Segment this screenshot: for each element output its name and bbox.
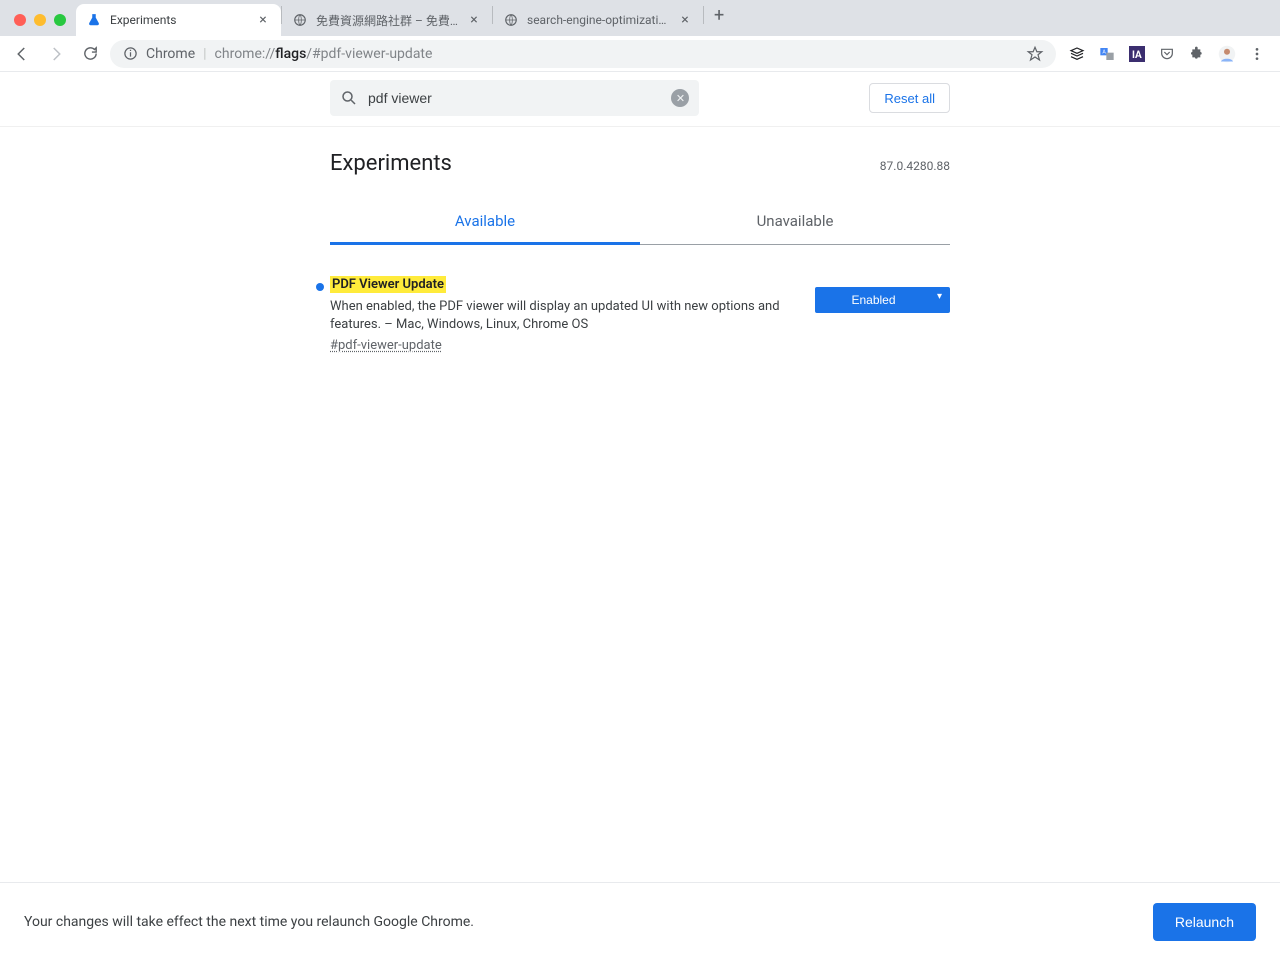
extensions-puzzle-icon[interactable]: [1188, 45, 1206, 63]
flag-description: When enabled, the PDF viewer will displa…: [330, 298, 795, 334]
ia-icon[interactable]: IA: [1128, 45, 1146, 63]
page-title: Experiments: [330, 151, 452, 176]
chrome-version: 87.0.4280.88: [880, 159, 950, 173]
kebab-menu-icon[interactable]: [1248, 45, 1266, 63]
modified-indicator-icon: [316, 283, 324, 291]
buffer-icon[interactable]: [1068, 45, 1086, 63]
maximize-window-icon[interactable]: [54, 14, 66, 26]
url-host: flags: [275, 46, 306, 62]
tab-title: Experiments: [110, 13, 247, 27]
close-tab-icon[interactable]: ×: [255, 12, 271, 28]
svg-text:IA: IA: [1132, 50, 1142, 61]
globe-icon: [503, 12, 519, 28]
minimize-window-icon[interactable]: [34, 14, 46, 26]
translate-icon[interactable]: A: [1098, 45, 1116, 63]
back-button[interactable]: [8, 40, 36, 68]
new-tab-button[interactable]: +: [704, 5, 734, 32]
flag-title: PDF Viewer Update: [330, 276, 446, 293]
svg-text:A: A: [1102, 49, 1106, 55]
flask-icon: [86, 12, 102, 28]
tab-title: 免費資源網路社群 – 免費資源指南: [316, 12, 458, 29]
extension-icons: A IA: [1062, 45, 1272, 63]
window-controls: [8, 14, 76, 36]
flags-search-box[interactable]: ✕: [330, 80, 699, 116]
reset-all-button[interactable]: Reset all: [869, 83, 950, 113]
bookmark-star-icon[interactable]: [1026, 45, 1044, 63]
flags-content: Experiments 87.0.4280.88 Available Unava…: [330, 127, 950, 353]
flag-row: PDF Viewer Update When enabled, the PDF …: [330, 277, 950, 353]
flag-state-select[interactable]: Enabled: [815, 287, 950, 313]
browser-toolbar: Chrome | chrome://flags/#pdf-viewer-upda…: [0, 36, 1280, 72]
address-bar[interactable]: Chrome | chrome://flags/#pdf-viewer-upda…: [110, 40, 1056, 68]
url-separator: |: [203, 46, 206, 62]
flags-search-input[interactable]: [368, 90, 661, 106]
flag-anchor-link[interactable]: #pdf-viewer-update: [330, 338, 442, 353]
site-info-icon[interactable]: [122, 46, 138, 62]
clear-search-icon[interactable]: ✕: [671, 89, 689, 107]
relaunch-button[interactable]: Relaunch: [1153, 903, 1256, 941]
search-icon: [340, 89, 358, 107]
profile-avatar-icon[interactable]: [1218, 45, 1236, 63]
url-text: chrome://flags/#pdf-viewer-update: [215, 46, 433, 62]
flags-search-area: ✕ Reset all: [0, 72, 1280, 127]
reload-button[interactable]: [76, 40, 104, 68]
url-scheme: chrome://: [215, 46, 276, 62]
tab-title: search-engine-optimization-st: [527, 13, 669, 27]
pocket-icon[interactable]: [1158, 45, 1176, 63]
url-origin: Chrome: [146, 46, 195, 62]
tab-available[interactable]: Available: [330, 200, 640, 245]
browser-tab-bar: Experiments × 免費資源網路社群 – 免費資源指南 × search…: [0, 0, 1280, 36]
relaunch-message: Your changes will take effect the next t…: [24, 914, 474, 930]
tab-seo[interactable]: search-engine-optimization-st ×: [493, 4, 703, 36]
url-path: /#pdf-viewer-update: [306, 46, 432, 62]
relaunch-bar: Your changes will take effect the next t…: [0, 882, 1280, 960]
tab-unavailable[interactable]: Unavailable: [640, 200, 950, 244]
tab-free-resources[interactable]: 免費資源網路社群 – 免費資源指南 ×: [282, 4, 492, 36]
forward-button[interactable]: [42, 40, 70, 68]
close-tab-icon[interactable]: ×: [466, 12, 482, 28]
globe-icon: [292, 12, 308, 28]
flags-tabs: Available Unavailable: [330, 200, 950, 245]
close-window-icon[interactable]: [14, 14, 26, 26]
tab-experiments[interactable]: Experiments ×: [76, 4, 281, 36]
close-tab-icon[interactable]: ×: [677, 12, 693, 28]
